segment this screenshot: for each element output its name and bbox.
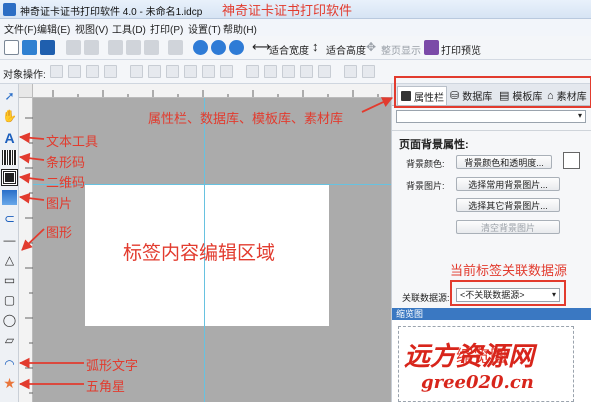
datasource-annotation: 当前标签关联数据源: [450, 263, 568, 278]
ungroup-icon[interactable]: [68, 65, 81, 78]
divider: [392, 130, 591, 131]
zoom-out-icon[interactable]: [211, 40, 226, 55]
arc-text-annotation: 弧形文字: [86, 358, 139, 373]
thumbnail-header: 缩览图: [392, 308, 591, 320]
bg-color-label: 背景颜色:: [406, 159, 445, 169]
bg-color-swatch[interactable]: [563, 152, 580, 169]
ruler-left: [19, 98, 33, 402]
full-page-icon[interactable]: ✥: [366, 40, 376, 54]
cut-icon[interactable]: [108, 40, 123, 55]
datasource-label: 关联数据源:: [402, 293, 450, 303]
arc-text-icon[interactable]: ◠: [2, 356, 17, 371]
app-icon: [3, 3, 16, 16]
line-icon[interactable]: —: [2, 232, 17, 247]
new-file-icon[interactable]: [4, 40, 19, 55]
full-page-label[interactable]: 整页显示: [381, 42, 421, 57]
align-top-icon[interactable]: [184, 65, 197, 78]
distribute-h-icon[interactable]: [300, 65, 313, 78]
canvas-annotation: 标签内容编辑区域: [123, 243, 276, 264]
text-tool-annotation: 文本工具: [46, 134, 99, 149]
same-width-icon[interactable]: [246, 65, 259, 78]
image-icon[interactable]: [2, 190, 17, 205]
align-bottom-icon[interactable]: [220, 65, 233, 78]
star-annotation: 五角星: [86, 379, 126, 394]
watermark-text: 远方资源网: [404, 342, 535, 372]
menu-help[interactable]: 帮助(H): [223, 21, 257, 36]
barcode-icon[interactable]: [2, 150, 17, 165]
fit-width-icon[interactable]: ⟷: [252, 39, 271, 55]
menu-bar: 文件(F) 编辑(E) 视图(V) 工具(D) 打印(P) 设置(T) 帮助(H…: [0, 19, 591, 36]
lock-icon[interactable]: [344, 65, 357, 78]
barcode-annotation: 条形码: [46, 155, 86, 170]
bg-image-common-button[interactable]: 选择常用背景图片...: [456, 177, 560, 191]
title-overlay: 神奇证卡证书打印软件: [222, 3, 353, 18]
parallelogram-icon[interactable]: ▱: [2, 332, 17, 347]
send-back-icon[interactable]: [104, 65, 117, 78]
ruler-corner: [19, 84, 33, 98]
left-toolbox: ➚ ✋ A ⊂ — △ ▭ ▢ ◯ ▱ ◠ ★: [0, 84, 19, 402]
open-folder-icon[interactable]: [22, 40, 37, 55]
copy-icon[interactable]: [126, 40, 141, 55]
align-center-icon[interactable]: [148, 65, 161, 78]
bg-image-other-button[interactable]: 选择其它背景图片...: [456, 198, 560, 212]
shape-icon[interactable]: ⊂: [2, 211, 17, 226]
menu-tools[interactable]: 工具(D): [112, 21, 146, 36]
tabs-highlight-box: [394, 76, 591, 108]
align-left-icon[interactable]: [130, 65, 143, 78]
zoom-actual-icon[interactable]: [229, 40, 244, 55]
qrcode-annotation: 二维码: [46, 175, 86, 190]
text-tool-icon[interactable]: A: [2, 130, 17, 146]
menu-edit[interactable]: 编辑(E): [37, 21, 70, 36]
main-toolbar: ⟷ 适合宽度 ↕ 适合高度 ✥ 整页显示 打印预览: [0, 36, 591, 60]
watermark-url: gree020.cn: [421, 372, 534, 393]
redo-icon[interactable]: [84, 40, 99, 55]
align-right-icon[interactable]: [166, 65, 179, 78]
menu-print[interactable]: 打印(P): [150, 21, 183, 36]
menu-view[interactable]: 视图(V): [75, 21, 108, 36]
rectangle-icon[interactable]: ▭: [2, 272, 17, 287]
print-preview-label[interactable]: 打印预览: [441, 42, 481, 57]
group-icon[interactable]: [50, 65, 63, 78]
shape-annotation: 图形: [46, 225, 73, 240]
window-title: 神奇证卡证书打印软件 4.0 - 未命名1.idcp: [20, 7, 203, 18]
fit-width-label[interactable]: 适合宽度: [269, 42, 309, 57]
unlock-icon[interactable]: [362, 65, 375, 78]
title-bar: 神奇证卡证书打印软件 4.0 - 未命名1.idcp 神奇证卡证书打印软件: [0, 0, 591, 19]
paste-icon[interactable]: [144, 40, 159, 55]
ellipse-icon[interactable]: ◯: [2, 312, 17, 327]
star-icon[interactable]: ★: [2, 375, 17, 391]
triangle-icon[interactable]: △: [2, 252, 17, 267]
qrcode-icon[interactable]: [1, 169, 18, 186]
panels-annotation: 属性栏、数据库、模板库、素材库: [148, 111, 344, 126]
hand-icon[interactable]: ✋: [2, 108, 17, 123]
same-size-icon[interactable]: [282, 65, 295, 78]
distribute-v-icon[interactable]: [318, 65, 331, 78]
bring-front-icon[interactable]: [86, 65, 99, 78]
datasource-highlight-box: [450, 280, 566, 306]
fit-height-label[interactable]: 适合高度: [326, 42, 366, 57]
pointer-icon[interactable]: ➚: [2, 88, 17, 103]
object-ops-label: 对象操作:: [3, 70, 46, 81]
section-title: 页面背景属性:: [399, 139, 469, 151]
ruler-top: [33, 84, 391, 98]
bg-color-button[interactable]: 背景颜色和透明度...: [456, 155, 552, 169]
align-middle-icon[interactable]: [202, 65, 215, 78]
delete-icon[interactable]: [168, 40, 183, 55]
object-selector-dropdown[interactable]: ▾: [396, 110, 586, 123]
same-height-icon[interactable]: [264, 65, 277, 78]
fit-height-icon[interactable]: ↕: [312, 39, 319, 54]
bg-image-clear-button[interactable]: 清空背景图片: [456, 220, 560, 234]
printer-icon[interactable]: [424, 40, 439, 55]
save-icon[interactable]: [40, 40, 55, 55]
rounded-rect-icon[interactable]: ▢: [2, 292, 17, 307]
zoom-in-icon[interactable]: [193, 40, 208, 55]
chevron-down-icon: ▾: [577, 111, 582, 120]
bg-image-label: 背景图片:: [406, 181, 445, 191]
guide-line-horizontal[interactable]: [33, 184, 391, 185]
image-annotation: 图片: [46, 196, 73, 211]
undo-icon[interactable]: [66, 40, 81, 55]
menu-file[interactable]: 文件(F): [4, 21, 37, 36]
menu-settings[interactable]: 设置(T): [188, 21, 221, 36]
